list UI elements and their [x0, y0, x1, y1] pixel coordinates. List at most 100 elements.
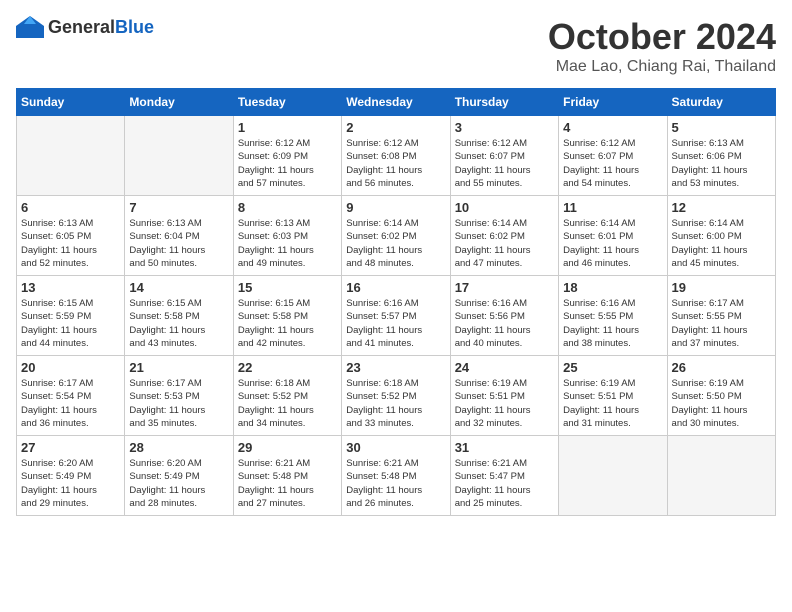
header: GeneralBlue October 2024 Mae Lao, Chiang…: [16, 16, 776, 76]
day-number: 31: [455, 440, 554, 455]
day-cell: 29 Sunrise: 6:21 AM Sunset: 5:48 PM Dayli…: [233, 436, 341, 516]
day-info: Sunrise: 6:19 AM Sunset: 5:50 PM Dayligh…: [672, 377, 771, 430]
day-cell: 11Sunrise: 6:14 AM Sunset: 6:01 PM Dayli…: [559, 196, 667, 276]
day-cell: 13 Sunrise: 6:15 AM Sunset: 5:59 PM Dayli…: [17, 276, 125, 356]
day-cell: 14 Sunrise: 6:15 AM Sunset: 5:58 PM Dayli…: [125, 276, 233, 356]
day-info: Sunrise: 6:13 AM Sunset: 6:06 PM Dayligh…: [672, 137, 771, 190]
day-cell: 23Sunrise: 6:18 AM Sunset: 5:52 PM Dayli…: [342, 356, 450, 436]
day-info: Sunrise: 6:17 AM Sunset: 5:53 PM Dayligh…: [129, 377, 228, 430]
day-number: 9: [346, 200, 445, 215]
day-cell: [125, 116, 233, 196]
day-number: 26: [672, 360, 771, 375]
location-title: Mae Lao, Chiang Rai, Thailand: [548, 58, 776, 76]
day-cell: 24 Sunrise: 6:19 AM Sunset: 5:51 PM Dayli…: [450, 356, 558, 436]
day-cell: 21 Sunrise: 6:17 AM Sunset: 5:53 PM Dayli…: [125, 356, 233, 436]
day-header-tuesday: Tuesday: [233, 89, 341, 116]
day-number: 22: [238, 360, 337, 375]
day-number: 7: [129, 200, 228, 215]
day-info: Sunrise: 6:16 AM Sunset: 5:55 PM Dayligh…: [563, 297, 662, 350]
month-title: October 2024: [548, 16, 776, 58]
day-cell: 1 Sunrise: 6:12 AM Sunset: 6:09 PM Daylig…: [233, 116, 341, 196]
day-info: Sunrise: 6:12 AM Sunset: 6:07 PM Dayligh…: [563, 137, 662, 190]
day-cell: 22 Sunrise: 6:18 AM Sunset: 5:52 PM Dayli…: [233, 356, 341, 436]
day-header-monday: Monday: [125, 89, 233, 116]
day-info: Sunrise: 6:18 AM Sunset: 5:52 PM Dayligh…: [346, 377, 445, 430]
day-number: 18: [563, 280, 662, 295]
day-info: Sunrise: 6:15 AM Sunset: 5:59 PM Dayligh…: [21, 297, 120, 350]
day-number: 10: [455, 200, 554, 215]
day-number: 13: [21, 280, 120, 295]
day-number: 14: [129, 280, 228, 295]
day-number: 29: [238, 440, 337, 455]
header-row: SundayMondayTuesdayWednesdayThursdayFrid…: [17, 89, 776, 116]
day-info: Sunrise: 6:21 AM Sunset: 5:48 PM Dayligh…: [346, 457, 445, 510]
logo: GeneralBlue: [16, 16, 154, 38]
day-info: Sunrise: 6:19 AM Sunset: 5:51 PM Dayligh…: [563, 377, 662, 430]
day-cell: 19 Sunrise: 6:17 AM Sunset: 5:55 PM Dayli…: [667, 276, 775, 356]
day-header-wednesday: Wednesday: [342, 89, 450, 116]
day-header-friday: Friday: [559, 89, 667, 116]
logo-text-blue: Blue: [115, 17, 154, 37]
day-cell: 30 Sunrise: 6:21 AM Sunset: 5:48 PM Dayli…: [342, 436, 450, 516]
title-area: October 2024 Mae Lao, Chiang Rai, Thaila…: [548, 16, 776, 76]
day-cell: 27 Sunrise: 6:20 AM Sunset: 5:49 PM Dayli…: [17, 436, 125, 516]
day-cell: 25Sunrise: 6:19 AM Sunset: 5:51 PM Dayli…: [559, 356, 667, 436]
day-number: 24: [455, 360, 554, 375]
day-info: Sunrise: 6:12 AM Sunset: 6:08 PM Dayligh…: [346, 137, 445, 190]
calendar-table: SundayMondayTuesdayWednesdayThursdayFrid…: [16, 88, 776, 516]
day-number: 5: [672, 120, 771, 135]
day-number: 27: [21, 440, 120, 455]
day-info: Sunrise: 6:13 AM Sunset: 6:03 PM Dayligh…: [238, 217, 337, 270]
day-info: Sunrise: 6:14 AM Sunset: 6:02 PM Dayligh…: [346, 217, 445, 270]
day-number: 11: [563, 200, 662, 215]
day-info: Sunrise: 6:21 AM Sunset: 5:48 PM Dayligh…: [238, 457, 337, 510]
day-info: Sunrise: 6:17 AM Sunset: 5:55 PM Dayligh…: [672, 297, 771, 350]
day-cell: 4Sunrise: 6:12 AM Sunset: 6:07 PM Daylig…: [559, 116, 667, 196]
day-number: 3: [455, 120, 554, 135]
day-cell: 12 Sunrise: 6:14 AM Sunset: 6:00 PM Dayli…: [667, 196, 775, 276]
day-cell: 10 Sunrise: 6:14 AM Sunset: 6:02 PM Dayli…: [450, 196, 558, 276]
day-number: 2: [346, 120, 445, 135]
day-cell: [667, 436, 775, 516]
day-cell: 7Sunrise: 6:13 AM Sunset: 6:04 PM Daylig…: [125, 196, 233, 276]
day-cell: [559, 436, 667, 516]
day-info: Sunrise: 6:14 AM Sunset: 6:02 PM Dayligh…: [455, 217, 554, 270]
day-info: Sunrise: 6:18 AM Sunset: 5:52 PM Dayligh…: [238, 377, 337, 430]
day-number: 19: [672, 280, 771, 295]
day-number: 16: [346, 280, 445, 295]
day-info: Sunrise: 6:15 AM Sunset: 5:58 PM Dayligh…: [238, 297, 337, 350]
day-info: Sunrise: 6:16 AM Sunset: 5:57 PM Dayligh…: [346, 297, 445, 350]
day-cell: [17, 116, 125, 196]
week-row-3: 13 Sunrise: 6:15 AM Sunset: 5:59 PM Dayli…: [17, 276, 776, 356]
day-cell: 26 Sunrise: 6:19 AM Sunset: 5:50 PM Dayli…: [667, 356, 775, 436]
day-number: 1: [238, 120, 337, 135]
day-number: 15: [238, 280, 337, 295]
day-info: Sunrise: 6:14 AM Sunset: 6:00 PM Dayligh…: [672, 217, 771, 270]
day-info: Sunrise: 6:17 AM Sunset: 5:54 PM Dayligh…: [21, 377, 120, 430]
day-header-sunday: Sunday: [17, 89, 125, 116]
logo-icon: [16, 16, 44, 38]
day-cell: 15 Sunrise: 6:15 AM Sunset: 5:58 PM Dayli…: [233, 276, 341, 356]
day-info: Sunrise: 6:12 AM Sunset: 6:09 PM Dayligh…: [238, 137, 337, 190]
week-row-5: 27 Sunrise: 6:20 AM Sunset: 5:49 PM Dayli…: [17, 436, 776, 516]
day-number: 17: [455, 280, 554, 295]
day-info: Sunrise: 6:20 AM Sunset: 5:49 PM Dayligh…: [129, 457, 228, 510]
day-number: 12: [672, 200, 771, 215]
day-number: 20: [21, 360, 120, 375]
day-cell: 20 Sunrise: 6:17 AM Sunset: 5:54 PM Dayli…: [17, 356, 125, 436]
day-cell: 9 Sunrise: 6:14 AM Sunset: 6:02 PM Daylig…: [342, 196, 450, 276]
day-cell: 5 Sunrise: 6:13 AM Sunset: 6:06 PM Daylig…: [667, 116, 775, 196]
day-info: Sunrise: 6:15 AM Sunset: 5:58 PM Dayligh…: [129, 297, 228, 350]
day-number: 30: [346, 440, 445, 455]
day-info: Sunrise: 6:13 AM Sunset: 6:05 PM Dayligh…: [21, 217, 120, 270]
day-number: 21: [129, 360, 228, 375]
day-number: 6: [21, 200, 120, 215]
day-cell: 8Sunrise: 6:13 AM Sunset: 6:03 PM Daylig…: [233, 196, 341, 276]
day-info: Sunrise: 6:21 AM Sunset: 5:47 PM Dayligh…: [455, 457, 554, 510]
day-cell: 18 Sunrise: 6:16 AM Sunset: 5:55 PM Dayli…: [559, 276, 667, 356]
day-info: Sunrise: 6:20 AM Sunset: 5:49 PM Dayligh…: [21, 457, 120, 510]
day-cell: 6 Sunrise: 6:13 AM Sunset: 6:05 PM Daylig…: [17, 196, 125, 276]
day-cell: 3Sunrise: 6:12 AM Sunset: 6:07 PM Daylig…: [450, 116, 558, 196]
day-info: Sunrise: 6:19 AM Sunset: 5:51 PM Dayligh…: [455, 377, 554, 430]
day-cell: 31 Sunrise: 6:21 AM Sunset: 5:47 PM Dayli…: [450, 436, 558, 516]
